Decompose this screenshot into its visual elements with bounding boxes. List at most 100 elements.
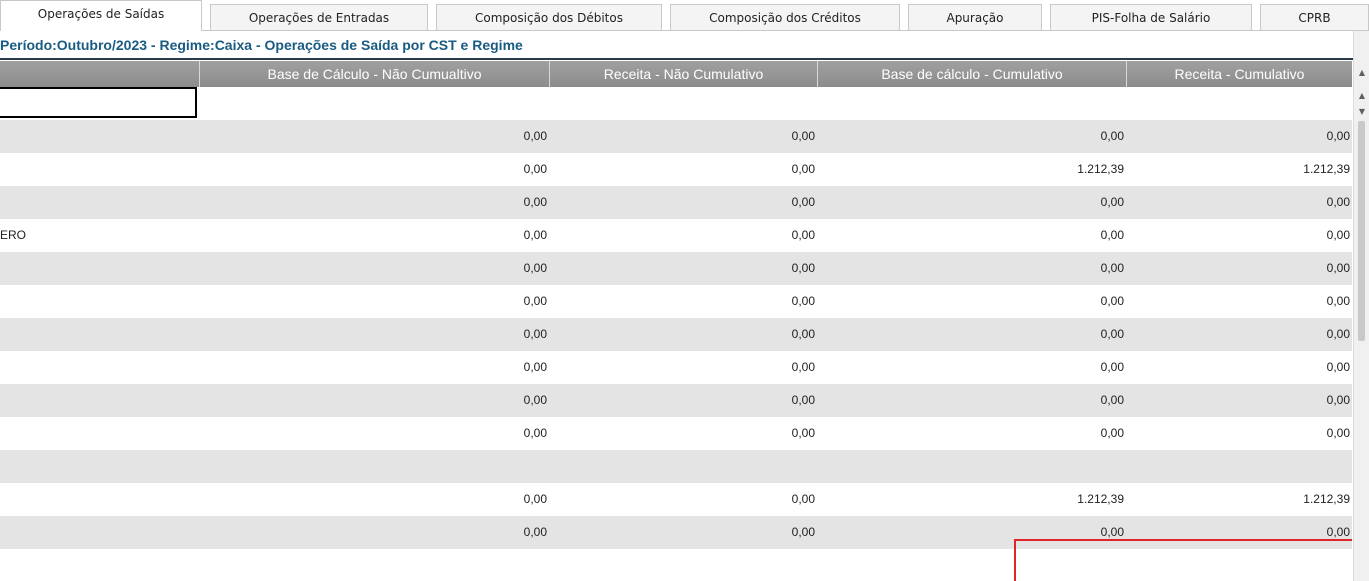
table-row[interactable]: 0,00 0,00 0,00 0,00 <box>0 186 1352 219</box>
row-value: 0,00 <box>1326 129 1350 143</box>
row-value: 0,00 <box>1326 195 1350 209</box>
tab-operacoes-entradas[interactable]: Operações de Entradas <box>210 4 428 30</box>
row-value: 1.212,39 <box>1077 162 1124 176</box>
row-value: 0,00 <box>1326 360 1350 374</box>
row-value: 0,00 <box>791 360 815 374</box>
row-value: 0,00 <box>523 393 547 407</box>
chevron-down-icon[interactable]: ▼ <box>1355 104 1369 118</box>
header-base-nao-cumulativo[interactable]: Base de Cálculo - Não Cumualtivo <box>200 61 550 87</box>
table-row[interactable]: 0,00 0,00 1.212,39 1.212,39 <box>0 483 1352 516</box>
row-value: 0,00 <box>791 129 815 143</box>
row-value: 0,00 <box>1100 327 1124 341</box>
tab-composicao-debitos[interactable]: Composição dos Débitos <box>436 4 662 30</box>
row-label <box>0 351 200 384</box>
tab-apuracao[interactable]: Apuração <box>908 4 1042 30</box>
row-value <box>550 450 815 483</box>
row-value: 1.212,39 <box>1077 492 1124 506</box>
row-value: 0,00 <box>523 327 547 341</box>
row-value: 0,00 <box>523 261 547 275</box>
tab-label: CPRB <box>1298 10 1331 25</box>
scrollbar-track-top <box>1353 31 1369 61</box>
row-value: 0,00 <box>1100 360 1124 374</box>
row-value: 0,00 <box>791 162 815 176</box>
header-receita-cumulativo[interactable]: Receita - Cumulativo <box>1127 61 1352 87</box>
table-row[interactable]: 0,00 0,00 1.212,39 1.212,39 <box>0 153 1352 186</box>
row-value: 0,00 <box>523 162 547 176</box>
vertical-scrollbar[interactable]: ▲ ▲ ▼ <box>1353 61 1369 581</box>
row-label <box>0 483 200 516</box>
row-label <box>0 516 200 549</box>
row-value: 0,00 <box>791 261 815 275</box>
row-value: 0,00 <box>791 327 815 341</box>
tab-label: Operações de Saídas <box>37 7 165 21</box>
chevron-up-icon[interactable]: ▲ <box>1355 65 1369 79</box>
row-value: 0,00 <box>523 129 547 143</box>
tab-composicao-creditos[interactable]: Composição dos Créditos <box>670 4 900 30</box>
table-row[interactable]: 0,00 0,00 0,00 0,00 <box>0 516 1352 549</box>
tab-label: PIS-Folha de Salário <box>1091 10 1211 25</box>
row-value: 0,00 <box>1100 525 1124 539</box>
tab-bar: Operações de Saídas Operações de Entrada… <box>0 0 1369 31</box>
row-value: 0,00 <box>1100 393 1124 407</box>
tab-label: Composição dos Débitos <box>475 10 623 25</box>
row-label <box>0 450 200 483</box>
row-value: 0,00 <box>1100 129 1124 143</box>
header-cst[interactable] <box>0 61 200 87</box>
tab-pis-folha-salario[interactable]: PIS-Folha de Salário <box>1050 4 1252 30</box>
row-value: 0,00 <box>1100 261 1124 275</box>
tab-divider <box>201 30 1369 31</box>
row-value: 0,00 <box>791 294 815 308</box>
row-value: 0,00 <box>523 360 547 374</box>
row-value: 1.212,39 <box>1303 492 1350 506</box>
row-value <box>818 450 1124 483</box>
table-row[interactable]: 0,00 0,00 0,00 0,00 <box>0 120 1352 153</box>
grid-header: Base de Cálculo - Não Cumualtivo Receita… <box>0 61 1352 87</box>
chevron-up-icon[interactable]: ▲ <box>1355 88 1369 102</box>
table-row[interactable]: 0,00 0,00 0,00 0,00 <box>0 252 1352 285</box>
row-value: 0,00 <box>523 426 547 440</box>
table-row[interactable]: 0,00 0,00 0,00 0,00 <box>0 417 1352 450</box>
row-value: 0,00 <box>791 393 815 407</box>
table-row[interactable] <box>0 450 1352 483</box>
row-label <box>0 318 200 351</box>
table-row[interactable]: 0,00 0,00 0,00 0,00 <box>0 384 1352 417</box>
table-row[interactable]: 0,00 0,00 0,00 0,00 <box>0 351 1352 384</box>
row-label: ERO <box>0 228 27 242</box>
header-receita-nao-cumulativo[interactable]: Receita - Não Cumulativo <box>550 61 818 87</box>
header-base-cumulativo[interactable]: Base de cálculo - Cumulativo <box>818 61 1127 87</box>
row-value: 0,00 <box>791 228 815 242</box>
table-row[interactable]: 0,00 0,00 0,00 0,00 <box>0 318 1352 351</box>
row-value: 0,00 <box>791 525 815 539</box>
row-value: 0,00 <box>1100 294 1124 308</box>
row-value: 0,00 <box>1100 195 1124 209</box>
row-value: 0,00 <box>523 294 547 308</box>
row-value: 0,00 <box>523 492 547 506</box>
tab-label: Apuração <box>946 10 1004 25</box>
row-value: 0,00 <box>1326 327 1350 341</box>
title-divider <box>0 58 1353 60</box>
operations-grid: Base de Cálculo - Não Cumualtivo Receita… <box>0 61 1352 581</box>
row-label <box>0 153 200 186</box>
row-value: 0,00 <box>791 195 815 209</box>
filter-row <box>0 87 1352 120</box>
tab-label: Operações de Entradas <box>248 10 390 25</box>
row-value: 1.212,39 <box>1303 162 1350 176</box>
row-value: 0,00 <box>1326 294 1350 308</box>
row-label <box>0 384 200 417</box>
row-value: 0,00 <box>1326 228 1350 242</box>
tab-label: Composição dos Créditos <box>709 10 861 25</box>
row-value: 0,00 <box>1326 261 1350 275</box>
row-value: 0,00 <box>1326 525 1350 539</box>
row-label <box>0 186 200 219</box>
row-label <box>0 417 200 450</box>
row-value: 0,00 <box>1326 426 1350 440</box>
tab-operacoes-saidas[interactable]: Operações de Saídas <box>0 0 202 31</box>
table-row[interactable]: ERO 0,00 0,00 0,00 0,00 <box>0 219 1352 252</box>
row-value: 0,00 <box>523 195 547 209</box>
filter-input[interactable] <box>0 87 197 118</box>
scrollbar-thumb[interactable] <box>1358 121 1365 341</box>
row-value: 0,00 <box>791 426 815 440</box>
tab-cprb[interactable]: CPRB <box>1260 4 1369 30</box>
table-row[interactable]: 0,00 0,00 0,00 0,00 <box>0 285 1352 318</box>
row-label <box>0 120 200 153</box>
